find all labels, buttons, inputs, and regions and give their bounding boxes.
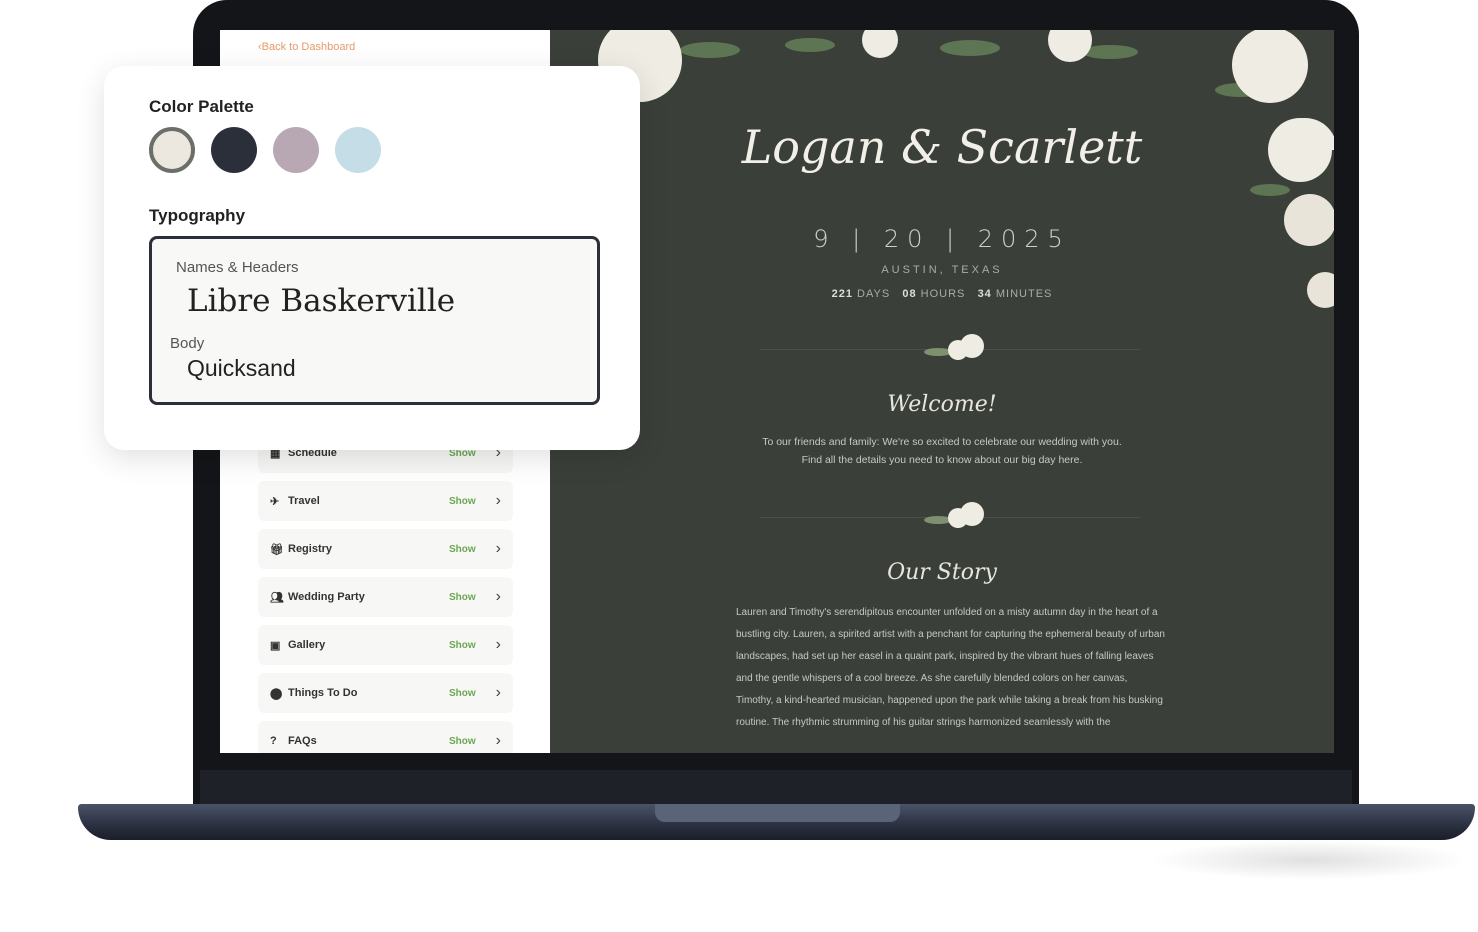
countdown: 221 DAYS 08 HOURS 34 MINUTES [831,288,1053,300]
item-label: Registry [288,543,333,555]
map-pin-icon: ⬤ [270,687,283,700]
laptop-chin [200,770,1352,806]
wedding-date: 9 | 20 | 2025 [813,225,1071,253]
chevron-right-icon[interactable]: › [496,732,501,750]
sidebar-item-gallery[interactable]: ▣ Gallery Show › [258,625,513,665]
story-text: Lauren and Timothy's serendipitous encou… [736,607,1165,728]
show-toggle[interactable]: Show [449,544,476,555]
welcome-text: To our friends and family: We're so exci… [762,436,1122,448]
show-toggle[interactable]: Show [449,640,476,651]
rose-divider-icon [924,334,984,360]
users-icon: 👥︎ [270,591,284,604]
rose-divider-icon [924,502,984,528]
website-preview: Logan & Scarlett 9 | 20 | 2025 AUSTIN, T… [550,30,1334,753]
body-font: Quicksand [187,355,296,381]
show-toggle[interactable]: Show [449,496,476,507]
laptop-notch [655,804,900,822]
item-label: Travel [288,495,320,507]
item-label: Gallery [288,639,326,651]
sidebar-item-travel[interactable]: ✈ Travel Show › [258,481,513,521]
sidebar-item-faqs[interactable]: ? FAQs Show › [258,721,513,753]
chevron-right-icon[interactable]: › [496,684,501,702]
plane-icon: ✈ [270,495,280,508]
item-label: Things To Do [288,687,358,699]
back-to-dashboard-link[interactable]: ‹Back to Dashboard [258,41,355,53]
color-swatch[interactable] [211,127,257,173]
show-toggle[interactable]: Show [449,592,476,603]
chevron-right-icon[interactable]: › [496,492,501,510]
show-toggle[interactable]: Show [449,688,476,699]
show-toggle[interactable]: Show [449,736,476,747]
image-icon: ▣ [270,639,281,652]
color-swatch[interactable] [149,127,195,173]
chevron-right-icon[interactable]: › [496,636,501,654]
sidebar-item-wedding-party[interactable]: 👥︎ Wedding Party Show › [258,577,513,617]
item-label: Wedding Party [288,591,365,603]
item-label: FAQs [288,735,317,747]
headers-font: Libre Baskerville [187,283,456,319]
body-label: Body [170,335,205,352]
gift-icon: 🎁︎ [270,543,284,556]
sidebar-item-things-to-do[interactable]: ⬤ Things To Do Show › [258,673,513,713]
color-swatch[interactable] [273,127,319,173]
couple-names: Logan & Scarlett [741,120,1143,174]
question-icon: ? [270,735,277,747]
chevron-right-icon[interactable]: › [496,540,501,558]
welcome-text: Find all the details you need to know ab… [801,454,1083,466]
design-panel: Color Palette Typography Names & Headers… [104,66,640,450]
welcome-heading: Welcome! [887,392,997,417]
typography-title: Typography [149,206,246,225]
laptop-shadow [1150,840,1470,880]
palette-title: Color Palette [149,97,254,116]
sidebar-item-registry[interactable]: 🎁︎ Registry Show › [258,529,513,569]
color-swatch[interactable] [335,127,381,173]
typography-selector[interactable]: Names & Headers Libre Baskerville Body Q… [149,236,600,405]
wedding-location: AUSTIN, TEXAS [881,264,1003,276]
chevron-right-icon[interactable]: › [496,588,501,606]
headers-label: Names & Headers [176,259,299,276]
our-story-heading: Our Story [887,560,997,585]
